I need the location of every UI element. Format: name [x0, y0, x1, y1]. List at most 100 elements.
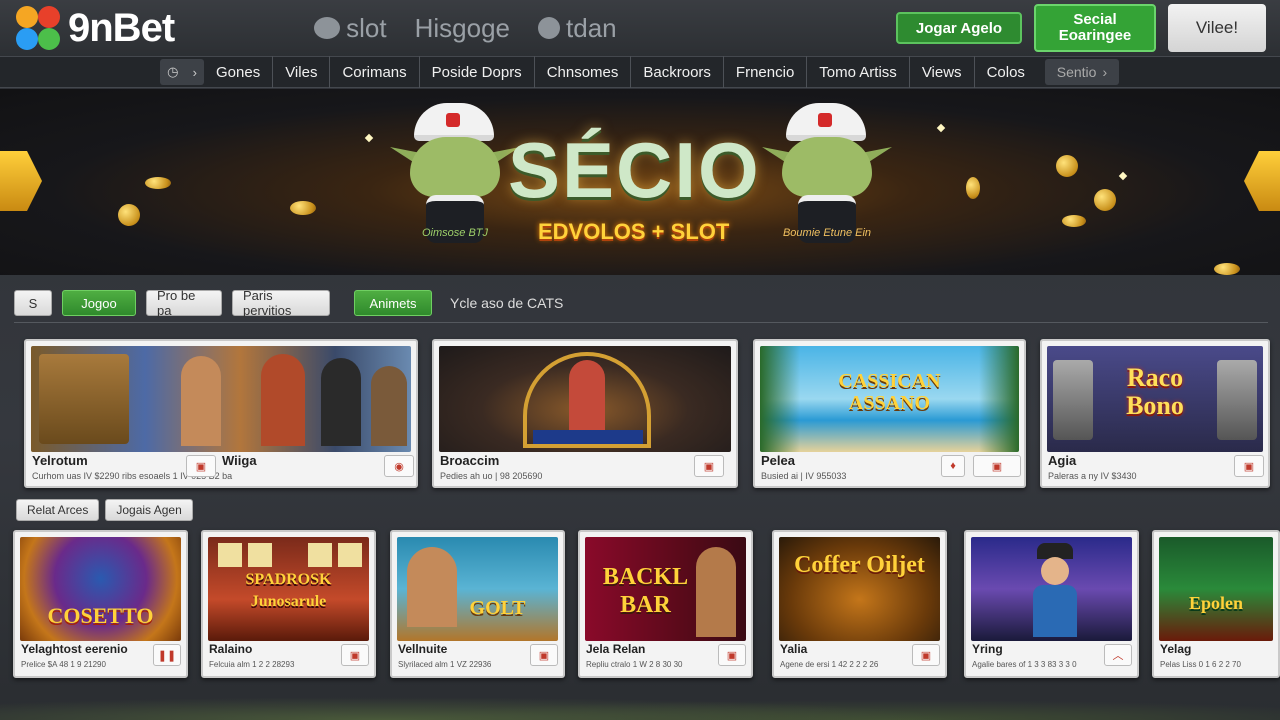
- category-item[interactable]: Colos: [975, 56, 1037, 88]
- category-item[interactable]: Tomo Artiss: [807, 56, 910, 88]
- brand-logo[interactable]: 9nBet: [16, 5, 175, 51]
- coin-decoration: [145, 177, 171, 189]
- top-nav-item-slot[interactable]: slot: [314, 13, 387, 44]
- favorite-button[interactable]: ♦: [941, 455, 965, 477]
- game-thumbnail: Coffer Oiljet: [779, 537, 940, 641]
- filter-chip[interactable]: Paris pervitios: [232, 288, 330, 318]
- category-item[interactable]: Gones: [204, 56, 274, 88]
- play-button[interactable]: ▣: [694, 455, 724, 477]
- game-card[interactable]: Coffer Oiljet Yalia Agene de ersi 1 42 2…: [772, 530, 947, 678]
- game-card[interactable]: CASSICAN ASSANO Pelea Busied ai | IV 955…: [753, 339, 1026, 488]
- top-nav: slot Hisgoge tdan: [314, 13, 617, 44]
- play-button[interactable]: ▣: [341, 644, 369, 666]
- play-button[interactable]: ▣: [1234, 455, 1264, 477]
- game-meta: Felcuia alm 1 2 2 28293: [209, 660, 295, 669]
- game-thumbnail: BACKL BAR: [585, 537, 746, 641]
- row2-tab[interactable]: Relat Arces: [16, 499, 100, 521]
- game-meta: Paleras a ny IV $3430: [1048, 471, 1137, 481]
- game-card[interactable]: Epolen Yelag Pelas Liss 0 1 6 2 2 70: [1152, 530, 1280, 678]
- category-item[interactable]: Viles: [273, 56, 331, 88]
- gear-icon: [538, 17, 561, 39]
- pause-button[interactable]: ❚❚: [153, 644, 181, 666]
- category-item[interactable]: Frnencio: [724, 56, 808, 88]
- sparkle-decoration: [1118, 171, 1128, 181]
- section-divider: [14, 322, 1268, 323]
- clock-icon: ◷: [167, 64, 179, 79]
- filter-chip[interactable]: Pro be pa: [146, 288, 222, 318]
- row2-tab[interactable]: Jogais Agen: [105, 499, 193, 521]
- footer-decoration: [0, 684, 1280, 720]
- category-more-label: Sentio: [1056, 64, 1097, 80]
- game-thumbnail: [971, 537, 1132, 641]
- coin-decoration: [966, 177, 980, 199]
- play-button[interactable]: ◉: [384, 455, 414, 477]
- game-image-title: GOLT: [469, 597, 526, 619]
- mascot-right: Boumie Etune Ein: [762, 103, 892, 253]
- row2-tabs: Relat Arces Jogais Agen: [16, 499, 193, 521]
- category-item[interactable]: Views: [910, 56, 975, 88]
- category-bar: ◷ › Gones Viles Corimans Poside Doprs Ch…: [0, 56, 1280, 88]
- mascot-left-tag: Oimsose BTJ: [421, 227, 488, 239]
- vip-button[interactable]: Vilee!: [1168, 4, 1266, 52]
- game-card[interactable]: SPADROSK Junosarule Ralaino Felcuia alm …: [201, 530, 376, 678]
- chevron-right-icon: ›: [192, 64, 197, 80]
- filter-description: Ycle aso de CATS: [450, 295, 564, 311]
- filter-chip-active[interactable]: Animets: [354, 290, 432, 316]
- expand-button[interactable]: ︿: [1104, 644, 1132, 666]
- game-meta: Pedies ah uo | 98 205690: [440, 471, 543, 481]
- chevron-right-icon: ›: [1102, 64, 1108, 80]
- category-item[interactable]: Backroors: [631, 56, 724, 88]
- game-name: Vellnuite: [398, 642, 448, 656]
- sparkle-decoration: [936, 123, 946, 133]
- brand-name: 9nBet: [68, 5, 175, 50]
- game-meta: Pelas Liss 0 1 6 2 2 70: [1160, 660, 1241, 669]
- top-nav-label: tdan: [566, 12, 617, 43]
- game-card[interactable]: COSETTO Yelaghtost eerenio Prelice $A 48…: [13, 530, 188, 678]
- game-card[interactable]: Raco Bono Agia Paleras a ny IV $3430 ▣: [1040, 339, 1270, 488]
- play-button[interactable]: ▣: [718, 644, 746, 666]
- category-scroll-left-button[interactable]: ◷ ›: [160, 59, 204, 85]
- game-thumbnail: GOLT: [397, 537, 558, 641]
- game-meta: Agene de ersi 1 42 2 2 2 26: [780, 660, 879, 669]
- hex-coin-decoration: [1244, 151, 1280, 211]
- filter-chip-active[interactable]: Jogoo: [62, 290, 136, 316]
- top-nav-item-tdan[interactable]: tdan: [538, 13, 617, 44]
- game-card[interactable]: Yelrotum Wiiga Curhom uas IV $2290 ribs …: [24, 339, 418, 488]
- play-button[interactable]: ▣: [973, 455, 1021, 477]
- hex-coin-decoration: [0, 151, 42, 211]
- category-item[interactable]: Poside Doprs: [420, 56, 535, 88]
- user-icon: [314, 17, 341, 39]
- game-card[interactable]: GOLT Vellnuite Slyrilaced alm 1 VZ 22936…: [390, 530, 565, 678]
- filter-row: S Jogoo Pro be pa Paris pervitios Animet…: [14, 288, 564, 318]
- register-button[interactable]: Secial Eoaringee: [1034, 4, 1156, 52]
- game-card[interactable]: Yring Agalie bares of 1 3 3 83 3 3 0 ︿: [964, 530, 1139, 678]
- game-image-title: BACKL BAR: [602, 564, 689, 618]
- favorite-button[interactable]: ▣: [186, 455, 216, 477]
- coin-decoration: [1094, 189, 1116, 211]
- play-button[interactable]: ▣: [912, 644, 940, 666]
- category-more-button[interactable]: Sentio ›: [1044, 59, 1119, 85]
- game-card[interactable]: BACKL BAR Jela Relan Repliu ctralo 1 W 2…: [578, 530, 753, 678]
- game-card[interactable]: Broaccim Pedies ah uo | 98 205690 ▣: [432, 339, 738, 488]
- category-item[interactable]: Corimans: [330, 56, 420, 88]
- game-meta: Repliu ctralo 1 W 2 8 30 30: [586, 660, 683, 669]
- banner-subtitle: EDVOLOS + SLOT: [538, 219, 730, 244]
- site-header: 9nBet slot Hisgoge tdan Jogar Agelo Seci…: [0, 0, 1280, 56]
- game-image-title: Epolen: [1188, 593, 1244, 613]
- game-meta: Busied ai | IV 955033: [761, 471, 847, 481]
- play-button[interactable]: ▣: [530, 644, 558, 666]
- game-name: Ralaino: [209, 642, 253, 656]
- top-nav-item-hisgoge[interactable]: Hisgoge: [415, 13, 510, 44]
- coin-decoration: [290, 201, 316, 215]
- filter-chip[interactable]: S: [14, 290, 52, 316]
- category-item[interactable]: Chnsomes: [535, 56, 632, 88]
- game-image-title: Raco Bono: [1126, 363, 1184, 420]
- game-name: Yalia: [780, 642, 808, 656]
- game-name: Broaccim: [440, 453, 500, 468]
- login-button[interactable]: Jogar Agelo: [896, 12, 1022, 44]
- promo-banner[interactable]: Oimsose BTJ Boumie Etune Ein SÉCIO EDVOL…: [0, 89, 1280, 275]
- game-thumbnail: [439, 346, 731, 452]
- game-image-title: CASSICAN ASSANO: [838, 370, 941, 414]
- game-name: Pelea: [761, 453, 795, 468]
- game-name: Yelrotum: [32, 453, 88, 468]
